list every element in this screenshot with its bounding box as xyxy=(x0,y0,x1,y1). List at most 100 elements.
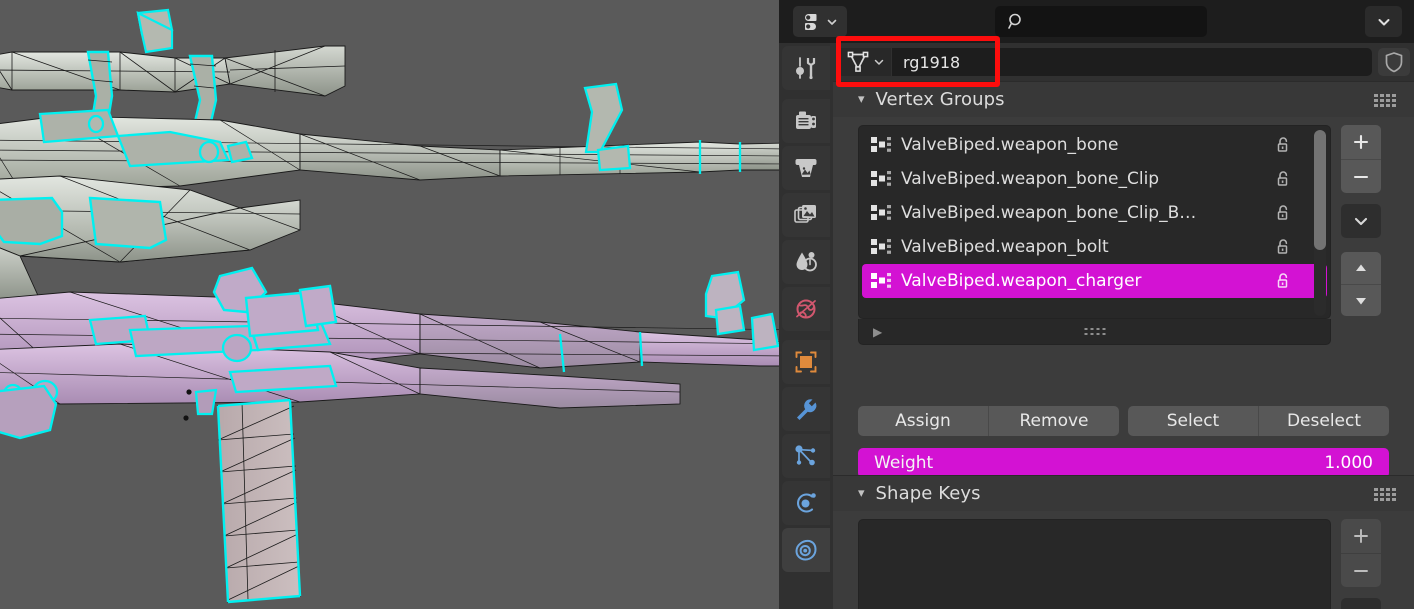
shape-key-list[interactable] xyxy=(858,519,1331,609)
table-row[interactable]: ValveBiped.weapon_bone_Clip_B… xyxy=(862,196,1327,230)
shape-key-specials-button[interactable] xyxy=(1341,598,1381,609)
table-row-selected[interactable]: ValveBiped.weapon_charger xyxy=(862,264,1327,298)
assign-remove-group: Assign Remove xyxy=(858,406,1119,436)
tab-tool[interactable] xyxy=(782,46,830,90)
tab-view-layer[interactable] xyxy=(782,193,830,237)
object-square-icon xyxy=(795,351,817,373)
group-vertex-icon xyxy=(871,137,891,152)
triangle-up-icon xyxy=(1356,264,1366,271)
vertex-group-list[interactable]: ValveBiped.weapon_bone ValveBiped.weapon… xyxy=(858,125,1331,319)
list-scrollbar-thumb[interactable] xyxy=(1314,130,1326,250)
properties-editor: rg1918 ▾ Vertex Groups ValveBiped.weapon… xyxy=(779,0,1414,609)
printer-output-icon xyxy=(795,159,817,177)
panel-body-shape-keys xyxy=(833,511,1414,609)
properties-header xyxy=(779,0,1414,43)
world-globe-icon xyxy=(796,299,816,319)
unlocked-icon[interactable] xyxy=(1275,170,1293,188)
weight-slider[interactable]: Weight 1.000 xyxy=(858,448,1389,478)
dots-grip-icon[interactable] xyxy=(1374,488,1396,501)
select-button[interactable]: Select xyxy=(1128,406,1258,436)
vertex-group-name: ValveBiped.weapon_bone xyxy=(901,135,1119,155)
chevron-down-icon xyxy=(827,19,836,25)
mesh-data-icon xyxy=(795,539,817,561)
minus-icon xyxy=(1354,569,1368,572)
move-group-up-button[interactable] xyxy=(1341,252,1381,284)
editor-type-selector[interactable] xyxy=(793,6,847,37)
vertex-group-name: ValveBiped.weapon_bolt xyxy=(901,237,1109,257)
physics-orbit-icon xyxy=(796,493,816,513)
list-scrollbar[interactable] xyxy=(1314,130,1326,316)
header-overflow-button[interactable] xyxy=(1365,6,1402,37)
vertex-group-name: ValveBiped.weapon_charger xyxy=(901,271,1142,291)
tab-physics[interactable] xyxy=(782,481,830,525)
tab-object[interactable] xyxy=(782,340,830,384)
dots-grip-icon[interactable] xyxy=(1084,328,1105,335)
chevron-down-icon xyxy=(874,59,884,65)
panel-title-shape-keys: Shape Keys xyxy=(875,483,981,504)
add-shape-key-button[interactable] xyxy=(1341,519,1381,553)
triangle-right-icon[interactable]: ▶ xyxy=(873,325,882,339)
table-row[interactable]: ValveBiped.weapon_bone_Clip xyxy=(862,162,1327,196)
tab-object-data[interactable] xyxy=(782,528,830,572)
table-row[interactable]: ValveBiped.weapon_bolt xyxy=(862,230,1327,264)
3d-viewport[interactable] xyxy=(0,0,779,609)
vertex-group-side-buttons xyxy=(1341,125,1389,316)
vertex-group-list-footer[interactable]: ▶ xyxy=(858,319,1331,345)
assign-button[interactable]: Assign xyxy=(858,406,988,436)
add-vertex-group-button[interactable] xyxy=(1341,125,1381,159)
render-camera-icon xyxy=(796,111,816,129)
tab-particles[interactable] xyxy=(782,434,830,478)
scene-cone-icon xyxy=(796,252,817,272)
chevron-down-icon: ▾ xyxy=(858,92,865,107)
unlocked-icon[interactable] xyxy=(1275,272,1293,290)
images-layer-icon xyxy=(794,205,816,223)
mesh-data-icon xyxy=(847,51,869,72)
panel-body-vertex-groups: ValveBiped.weapon_bone ValveBiped.weapon… xyxy=(833,117,1414,478)
move-group-down-button[interactable] xyxy=(1341,284,1381,316)
panel-title-vertex-groups: Vertex Groups xyxy=(875,89,1005,110)
tab-output[interactable] xyxy=(782,146,830,190)
tab-render[interactable] xyxy=(782,99,830,143)
viewport-render xyxy=(0,0,779,609)
search-icon xyxy=(1008,13,1021,29)
chevron-down-icon xyxy=(1378,18,1389,25)
remove-vertex-group-button[interactable] xyxy=(1341,159,1381,193)
vertex-group-operator-row: Assign Remove Select Deselect xyxy=(858,406,1389,436)
datablock-name-input[interactable]: rg1918 xyxy=(892,48,1372,76)
particles-icon xyxy=(795,445,816,466)
datablock-name-value: rg1918 xyxy=(903,52,961,72)
select-deselect-group: Select Deselect xyxy=(1128,406,1389,436)
weight-slider-label: Weight xyxy=(874,453,934,473)
properties-editor-icon xyxy=(804,13,816,30)
group-vertex-icon xyxy=(871,239,891,254)
vertex-group-specials-button[interactable] xyxy=(1341,204,1381,238)
properties-main: rg1918 ▾ Vertex Groups ValveBiped.weapon… xyxy=(833,43,1414,609)
datablock-id-bar: rg1918 xyxy=(837,43,1410,81)
group-vertex-icon xyxy=(871,273,891,288)
panel-header-vertex-groups[interactable]: ▾ Vertex Groups xyxy=(833,81,1414,117)
group-vertex-icon xyxy=(871,171,891,186)
remove-button[interactable]: Remove xyxy=(988,406,1119,436)
unlocked-icon[interactable] xyxy=(1275,204,1293,222)
tab-modifiers[interactable] xyxy=(782,387,830,431)
chevron-down-icon: ▾ xyxy=(858,486,865,501)
unlocked-icon[interactable] xyxy=(1275,238,1293,256)
plus-icon xyxy=(1354,529,1368,543)
remove-shape-key-button[interactable] xyxy=(1341,553,1381,587)
tab-scene[interactable] xyxy=(782,240,830,284)
dots-grip-icon[interactable] xyxy=(1374,94,1396,107)
table-row[interactable]: ValveBiped.weapon_bone xyxy=(862,128,1327,162)
fake-user-toggle[interactable] xyxy=(1378,48,1410,76)
minus-icon xyxy=(1353,175,1369,178)
shield-icon xyxy=(1385,52,1403,73)
search-input[interactable] xyxy=(995,6,1207,37)
tab-world[interactable] xyxy=(782,287,830,331)
plus-icon xyxy=(1353,134,1369,150)
unlocked-icon[interactable] xyxy=(1275,136,1293,154)
deselect-button[interactable]: Deselect xyxy=(1258,406,1389,436)
panel-header-shape-keys[interactable]: ▾ Shape Keys xyxy=(833,475,1414,511)
weight-slider-value: 1.000 xyxy=(1324,453,1373,473)
shape-key-side-buttons xyxy=(1341,519,1389,609)
datablock-browse-button[interactable] xyxy=(837,48,891,76)
tool-icon xyxy=(796,57,816,80)
